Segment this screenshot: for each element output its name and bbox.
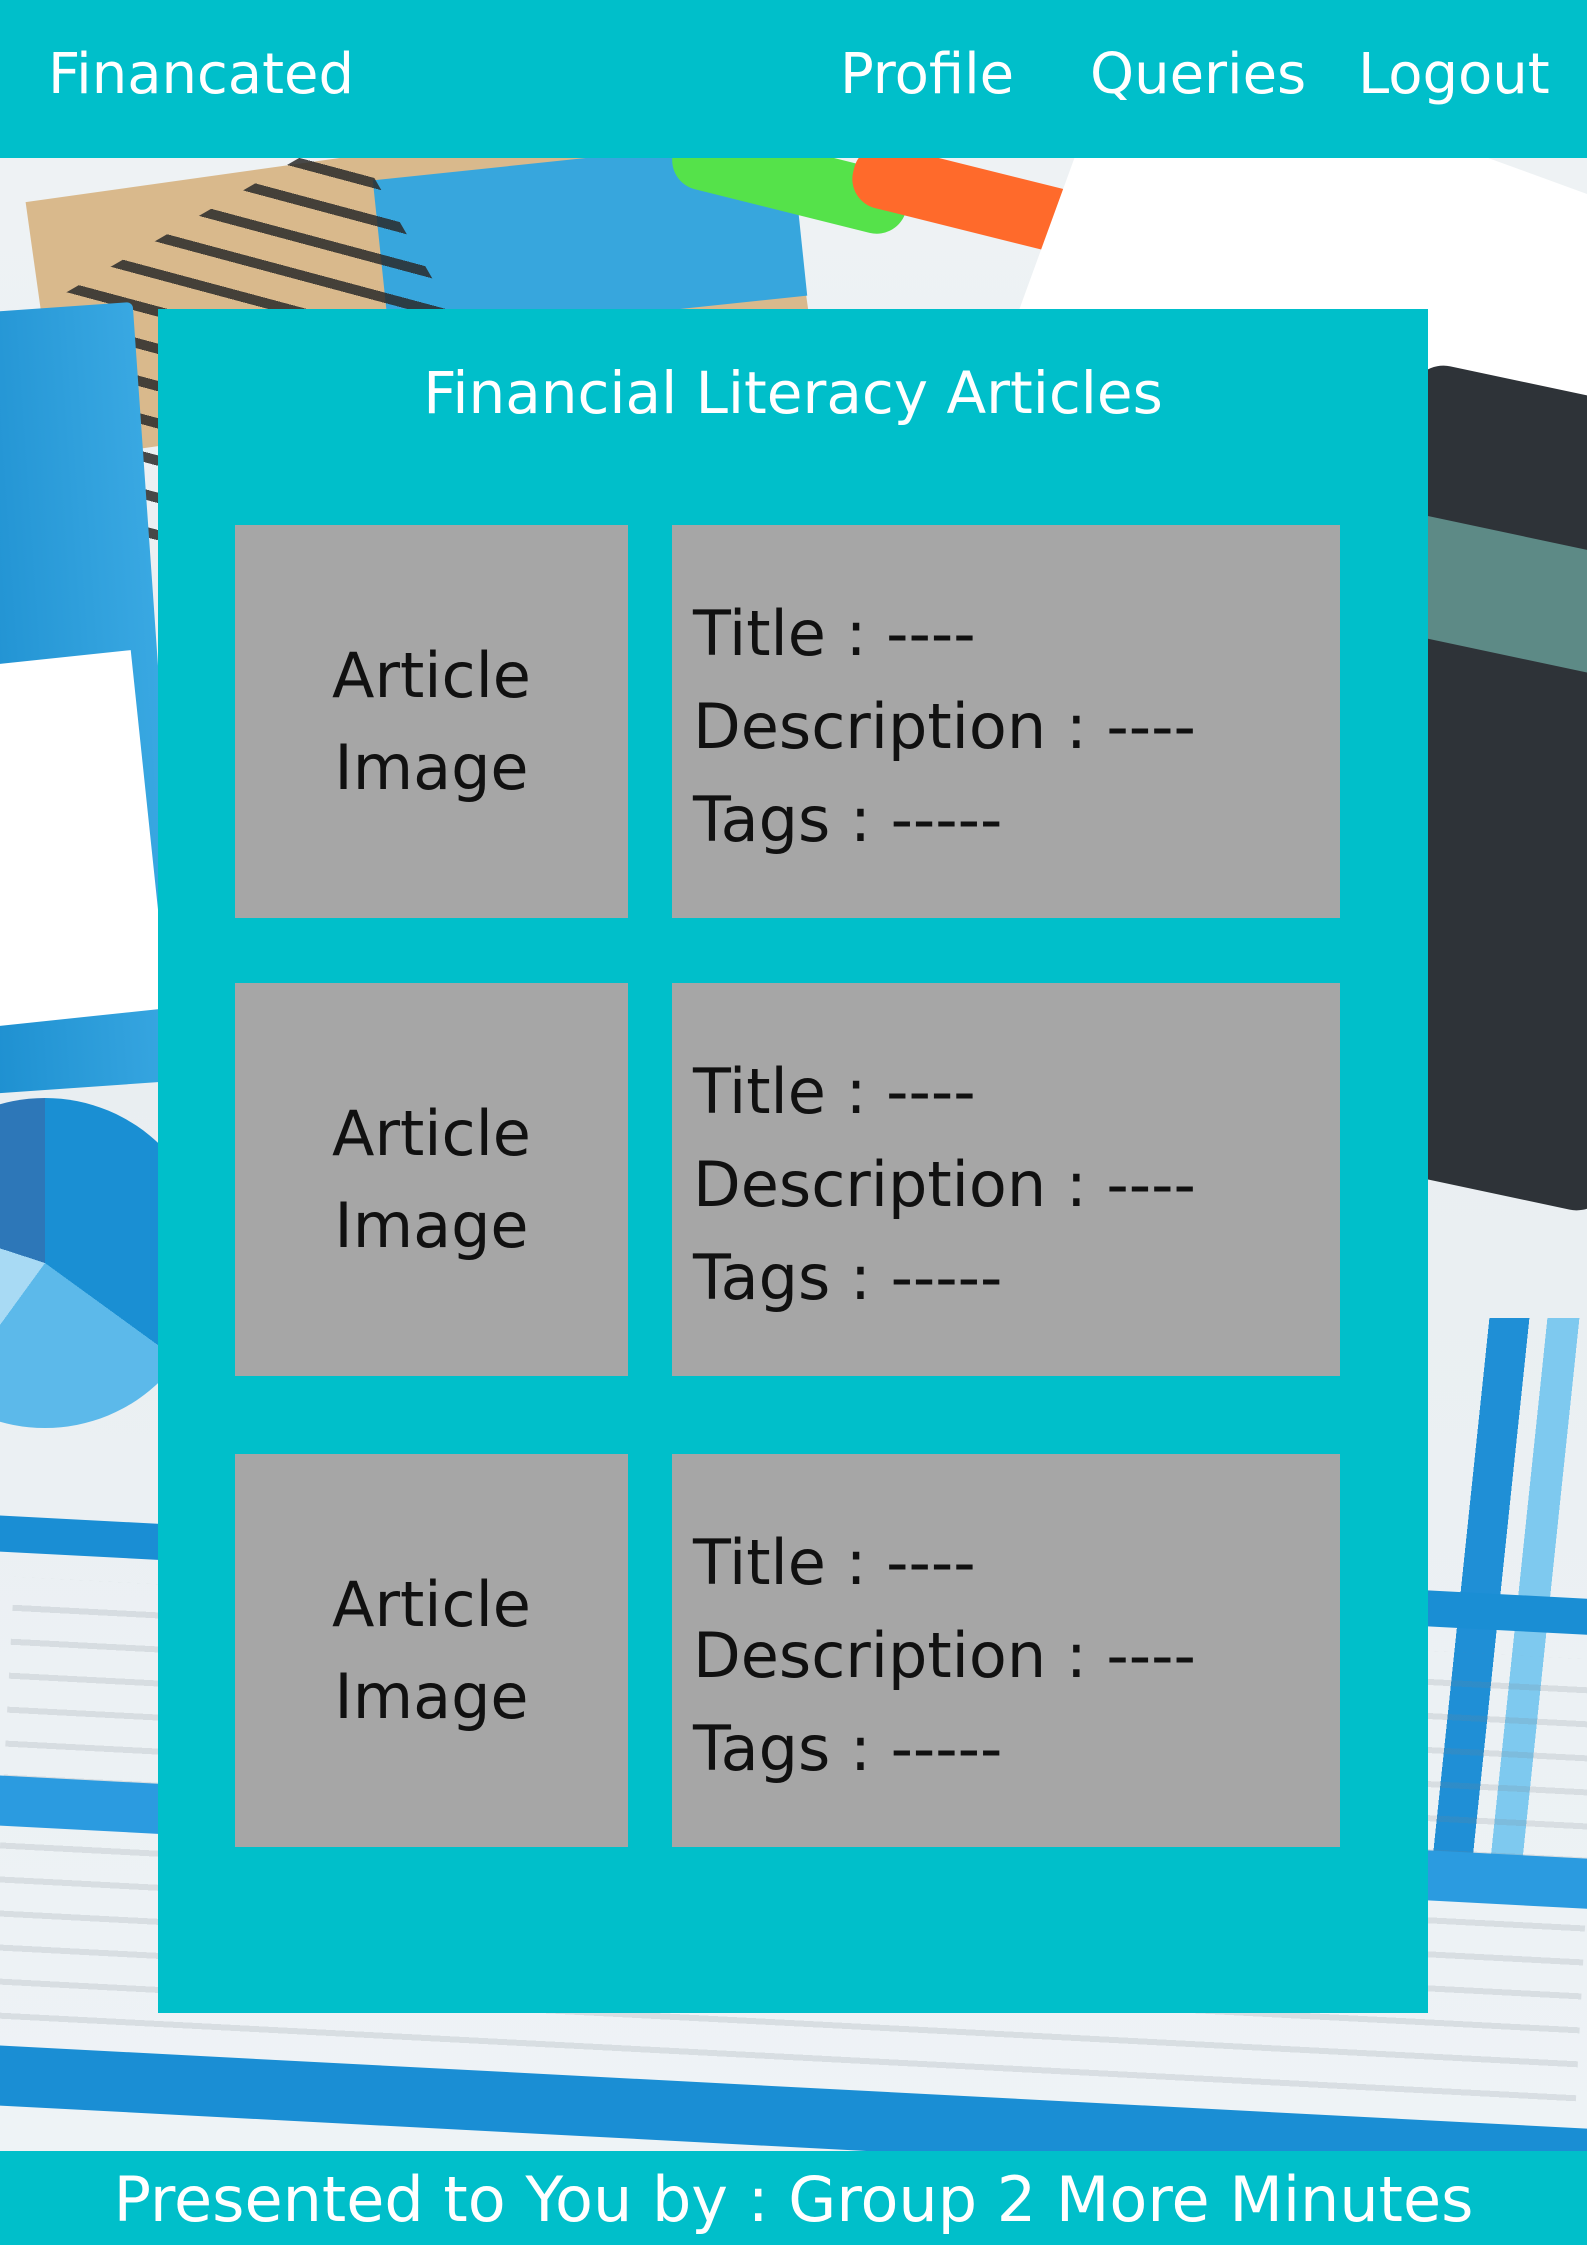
nav-logout-link[interactable]: Logout xyxy=(1358,42,1550,107)
article-tags: Tags : ----- xyxy=(693,1712,1003,1785)
article-title: Title : ---- xyxy=(693,597,976,670)
article-description: Description : ---- xyxy=(693,1148,1196,1221)
article-title: Title : ---- xyxy=(693,1526,976,1599)
article-image-label: Image xyxy=(334,730,529,804)
article-info-card[interactable]: Title : ---- Description : ---- Tags : -… xyxy=(672,1454,1340,1847)
article-description: Description : ---- xyxy=(693,1619,1196,1692)
article-image-placeholder[interactable]: Article Image xyxy=(235,525,628,918)
article-image-label: Article xyxy=(332,638,531,712)
article-image-label: Article xyxy=(332,1096,531,1170)
page-title: Financial Literacy Articles xyxy=(423,359,1163,427)
article-info-card[interactable]: Title : ---- Description : ---- Tags : -… xyxy=(672,983,1340,1376)
article-title: Title : ---- xyxy=(693,1055,976,1128)
articles-panel: Financial Literacy Articles Article Imag… xyxy=(158,309,1428,2013)
article-description: Description : ---- xyxy=(693,690,1196,763)
article-info-card[interactable]: Title : ---- Description : ---- Tags : -… xyxy=(672,525,1340,918)
nav-queries-link[interactable]: Queries xyxy=(1090,42,1306,107)
top-navbar: Financated Profile Queries Logout xyxy=(0,0,1587,158)
article-image-placeholder[interactable]: Article Image xyxy=(235,1454,628,1847)
article-tags: Tags : ----- xyxy=(693,1241,1003,1314)
article-image-label: Article xyxy=(332,1567,531,1641)
article-tags: Tags : ----- xyxy=(693,783,1003,856)
page: Financated Profile Queries Logout Financ… xyxy=(0,0,1587,2245)
article-image-label: Image xyxy=(334,1188,529,1262)
nav-profile-link[interactable]: Profile xyxy=(840,42,1014,107)
article-image-label: Image xyxy=(334,1659,529,1733)
footer-bar: Presented to You by : Group 2 More Minut… xyxy=(0,2151,1587,2245)
brand-logo-text[interactable]: Financated xyxy=(48,42,354,107)
footer-credit-text: Presented to You by : Group 2 More Minut… xyxy=(113,2163,1474,2236)
article-image-placeholder[interactable]: Article Image xyxy=(235,983,628,1376)
